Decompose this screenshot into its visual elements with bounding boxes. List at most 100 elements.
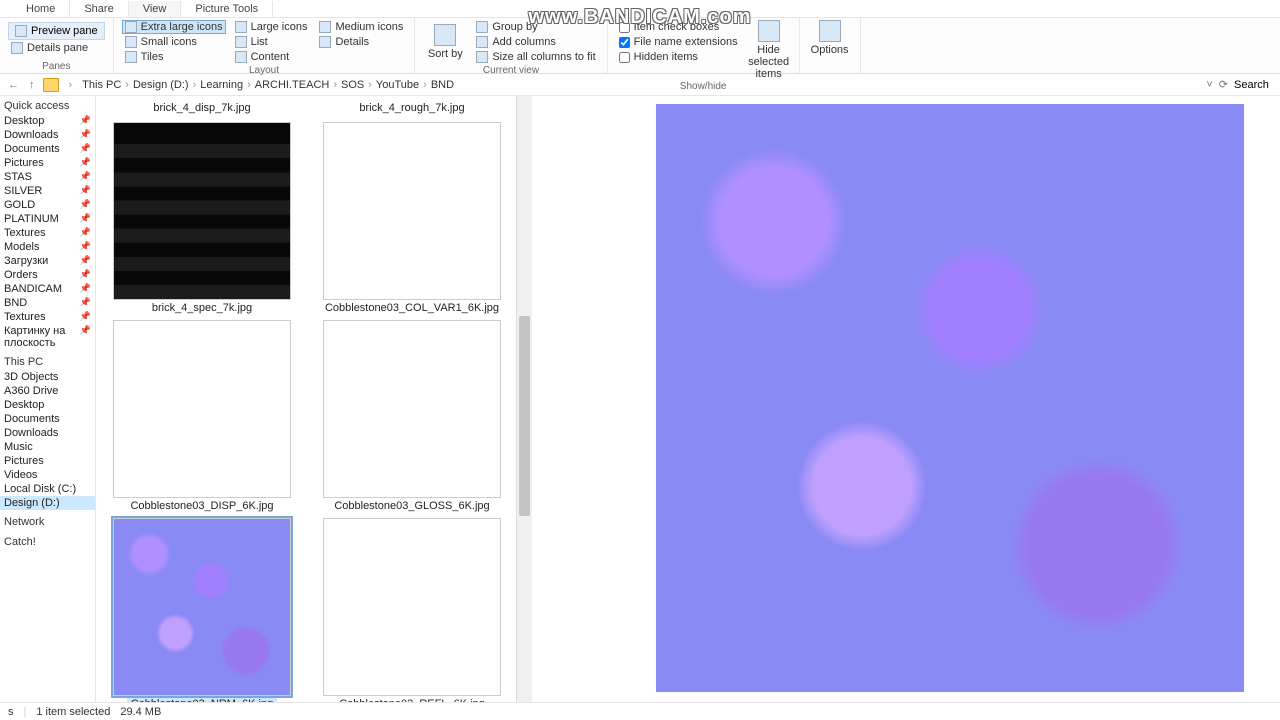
sidebar-item[interactable]: Documents <box>0 412 95 426</box>
pin-icon: 📌 <box>80 269 91 281</box>
sidebar-item[interactable]: Desktop📌 <box>0 114 95 128</box>
file-name-extensions-toggle[interactable]: File name extensions <box>616 35 741 49</box>
breadcrumb-segment[interactable]: YouTube <box>376 79 419 91</box>
pin-icon: 📌 <box>80 255 91 267</box>
tab-home[interactable]: Home <box>12 1 70 17</box>
tab-view[interactable]: View <box>129 1 182 17</box>
sidebar-this-pc[interactable]: This PC <box>0 354 95 370</box>
nav-up-icon[interactable]: ↑ <box>27 79 37 91</box>
tiles-icon <box>125 51 137 63</box>
layout-large[interactable]: Large icons <box>232 20 311 34</box>
sidebar-item[interactable]: Textures📌 <box>0 310 95 324</box>
sidebar-item[interactable]: Pictures📌 <box>0 156 95 170</box>
hidden-items-toggle[interactable]: Hidden items <box>616 50 741 64</box>
ext-checkbox[interactable] <box>619 37 630 48</box>
breadcrumb-segment[interactable]: ARCHI.TEACH <box>255 79 330 91</box>
xl-icon <box>125 21 137 33</box>
sidebar-item[interactable]: Documents📌 <box>0 142 95 156</box>
pin-icon: 📌 <box>80 157 91 169</box>
medium-icon <box>319 21 331 33</box>
breadcrumb[interactable]: This PC›Design (D:)›Learning›ARCHI.TEACH… <box>82 79 454 91</box>
layout-small[interactable]: Small icons <box>122 35 226 49</box>
add-columns-button[interactable]: Add columns <box>473 35 598 49</box>
file-thumbnail[interactable]: brick_4_disp_7k.jpg <box>102 102 302 116</box>
sidebar-item[interactable]: Orders📌 <box>0 268 95 282</box>
file-thumbnail[interactable]: Cobblestone03_NRM_6K.jpg <box>102 518 302 702</box>
options-label: Options <box>811 44 849 56</box>
scrollbar[interactable] <box>516 96 532 702</box>
chevron-down-icon[interactable]: ˅ <box>1206 79 1212 91</box>
tab-picture-tools[interactable]: Picture Tools <box>181 1 273 17</box>
scrollbar-thumb[interactable] <box>519 316 530 516</box>
sidebar-item[interactable]: 3D Objects <box>0 370 95 384</box>
breadcrumb-segment[interactable]: SOS <box>341 79 364 91</box>
size-columns-button[interactable]: Size all columns to fit <box>473 50 598 64</box>
layout-medium[interactable]: Medium icons <box>316 20 406 34</box>
show-hide-group-label: Show/hide <box>680 80 727 93</box>
sidebar-item[interactable]: Downloads📌 <box>0 128 95 142</box>
sidebar-item[interactable]: BND📌 <box>0 296 95 310</box>
layout-details[interactable]: Details <box>316 35 406 49</box>
sidebar-item[interactable]: STAS📌 <box>0 170 95 184</box>
refresh-icon[interactable]: ⟳ <box>1219 78 1228 91</box>
sidebar-network[interactable]: Network <box>0 514 95 530</box>
breadcrumb-segment[interactable]: Design (D:) <box>133 79 189 91</box>
layout-extra-large[interactable]: Extra large icons <box>122 20 226 34</box>
tab-share[interactable]: Share <box>70 1 128 17</box>
hidden-label: Hidden items <box>634 51 698 63</box>
details-pane-button[interactable]: Details pane <box>8 41 105 55</box>
file-thumbnail[interactable]: Cobblestone03_COL_VAR1_6K.jpg <box>312 122 512 314</box>
file-thumbnail[interactable]: brick_4_rough_7k.jpg <box>312 102 512 116</box>
breadcrumb-segment[interactable]: BND <box>431 79 454 91</box>
sidebar-item[interactable]: Textures📌 <box>0 226 95 240</box>
breadcrumb-segment[interactable]: Learning <box>200 79 243 91</box>
layout-tiles[interactable]: Tiles <box>122 50 226 64</box>
breadcrumb-segment[interactable]: This PC <box>82 79 121 91</box>
sidebar-item[interactable]: Models📌 <box>0 240 95 254</box>
preview-pane-label: Preview pane <box>31 25 98 37</box>
sidebar-item[interactable]: PLATINUM📌 <box>0 212 95 226</box>
sidebar-item[interactable]: Pictures <box>0 454 95 468</box>
options-button[interactable]: Options <box>808 20 852 56</box>
file-thumbnail[interactable]: Cobblestone03_REFL_6K.jpg <box>312 518 512 702</box>
layout-list[interactable]: List <box>232 35 311 49</box>
ribbon-group-panes: Preview pane Details pane Panes <box>0 18 114 73</box>
sidebar-item[interactable]: Local Disk (C:) <box>0 482 95 496</box>
sidebar-item[interactable]: Загрузки📌 <box>0 254 95 268</box>
sidebar-catch[interactable]: Catch! <box>0 534 95 550</box>
hide-selected-button[interactable]: Hide selected items <box>747 20 791 80</box>
sidebar-item[interactable]: Desktop <box>0 398 95 412</box>
sidebar-item[interactable]: Videos <box>0 468 95 482</box>
preview-pane-button[interactable]: Preview pane <box>8 22 105 40</box>
current-view-group-label: Current view <box>483 64 539 77</box>
chevron-right-icon: › <box>364 79 376 91</box>
preview-image <box>656 104 1244 692</box>
sidebar-item[interactable]: BANDICAM📌 <box>0 282 95 296</box>
nav-back-icon[interactable]: ← <box>6 79 21 91</box>
pin-icon: 📌 <box>80 241 91 253</box>
chevron-right-icon: › <box>65 79 77 91</box>
sidebar-item[interactable]: Downloads <box>0 426 95 440</box>
hidden-checkbox[interactable] <box>619 52 630 63</box>
file-thumbnail[interactable]: brick_4_spec_7k.jpg <box>102 122 302 314</box>
large-icon <box>235 21 247 33</box>
search-input[interactable]: Search <box>1234 79 1274 91</box>
chevron-right-icon: › <box>243 79 255 91</box>
navigation-pane: Quick access Desktop📌Downloads📌Documents… <box>0 96 96 702</box>
file-thumbnail[interactable]: Cobblestone03_GLOSS_6K.jpg <box>312 320 512 512</box>
large-label: Large icons <box>251 21 308 33</box>
sidebar-item[interactable]: Картинку на плоскость📌 <box>0 324 95 350</box>
preview-pane <box>532 96 1280 702</box>
sidebar-item[interactable]: A360 Drive <box>0 384 95 398</box>
chevron-right-icon: › <box>121 79 133 91</box>
layout-content[interactable]: Content <box>232 50 311 64</box>
sidebar-item[interactable]: GOLD📌 <box>0 198 95 212</box>
sidebar-item[interactable]: Design (D:) <box>0 496 95 510</box>
file-name-label: brick_4_spec_7k.jpg <box>152 302 252 314</box>
sidebar-item[interactable]: Music <box>0 440 95 454</box>
sort-by-button[interactable]: Sort by <box>423 20 467 64</box>
sidebar-item[interactable]: SILVER📌 <box>0 184 95 198</box>
file-thumbnail[interactable]: Cobblestone03_DISP_6K.jpg <box>102 320 302 512</box>
sizecol-label: Size all columns to fit <box>492 51 595 63</box>
sidebar-quick-access[interactable]: Quick access <box>0 98 95 114</box>
